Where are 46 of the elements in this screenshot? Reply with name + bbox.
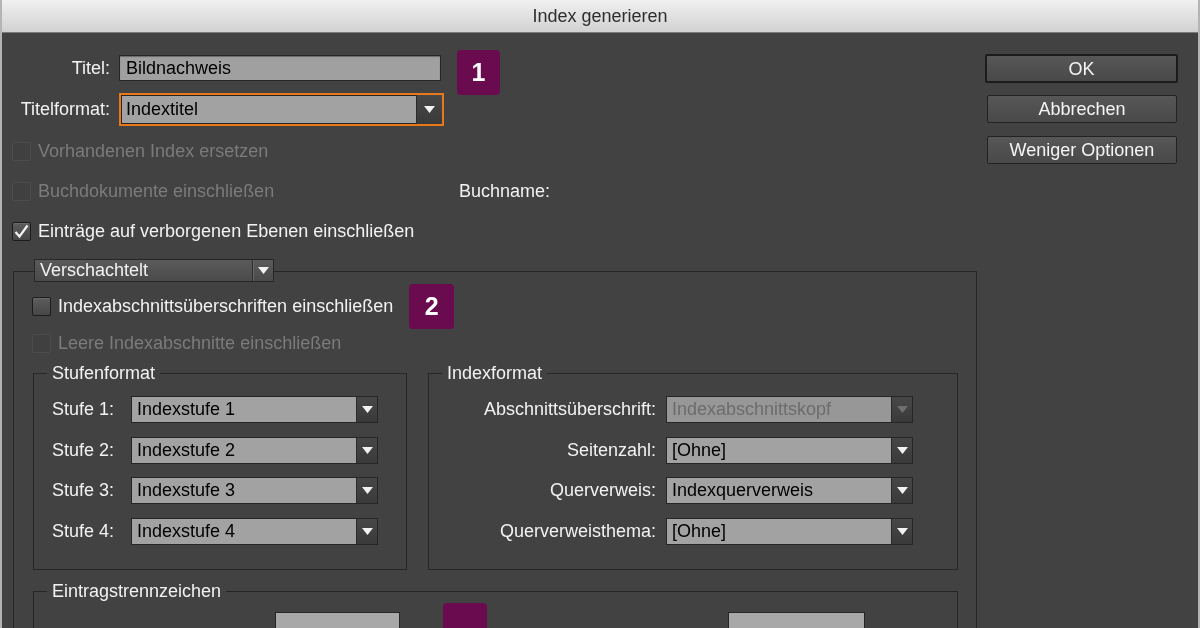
checkbox[interactable] — [32, 297, 51, 317]
check-icon — [14, 223, 29, 239]
caret-icon — [424, 106, 435, 113]
caret-icon — [361, 527, 373, 535]
caret-icon — [896, 527, 908, 535]
checkbox-label: Vorhandenen Index ersetzen — [38, 140, 269, 162]
style-dropdown[interactable]: [Ohne] — [666, 436, 913, 464]
field-label: Abschnittsüberschrift: — [482, 399, 656, 420]
field-label: Titelformat: — [19, 99, 110, 120]
title-input[interactable]: Bildnachweis — [119, 55, 441, 81]
window-title: Index generieren — [532, 5, 668, 27]
caret-icon — [361, 406, 373, 414]
checkbox-label: Leere Indexabschnitte einschließen — [58, 332, 342, 354]
field-label: Buchname: — [459, 180, 551, 202]
caret-icon — [896, 446, 908, 454]
style-dropdown[interactable]: Indexstufe 4 — [131, 517, 378, 545]
checkbox-label: Buchdokumente einschließen — [38, 180, 275, 202]
style-dropdown[interactable]: Indexstufe 2 — [131, 436, 378, 464]
field-label: Stufe 4: — [52, 520, 116, 542]
field-label: Stufe 1: — [52, 399, 116, 420]
caret-icon — [896, 487, 908, 495]
style-dropdown[interactable]: Indexstufe 3 — [131, 477, 378, 505]
caret-icon — [361, 446, 373, 454]
caret-icon — [896, 406, 908, 414]
field-label: Querverweis: — [548, 480, 656, 501]
title-format-dropdown[interactable]: Indextitel — [119, 93, 444, 126]
style-dropdown[interactable]: Indexstufe 1 — [131, 396, 378, 424]
field-label: Titel: — [70, 57, 110, 79]
checkbox-label: Einträge auf verborgenen Ebenen einschließen — [38, 220, 415, 242]
caret-icon — [361, 487, 373, 495]
number-badge: 2 — [409, 283, 455, 329]
style-dropdown[interactable]: Indexquerverweis — [666, 477, 913, 505]
group-title: Eintragstrennzeichen — [47, 581, 227, 602]
checkbox-label: Indexabschnittsüberschriften einschließen — [58, 296, 394, 318]
dialog-button[interactable]: Weniger Optionen — [987, 136, 1177, 164]
style-dropdown[interactable]: [Ohne] — [666, 517, 913, 545]
field-label: Seitenzahl: — [565, 439, 656, 461]
dialog-button[interactable]: OK — [985, 54, 1178, 83]
checkbox[interactable] — [12, 221, 31, 241]
field-label: Stufe 2: — [52, 439, 116, 461]
field-label: Stufe 3: — [52, 480, 116, 501]
caret-icon — [257, 266, 269, 274]
field-label: Querverweisthema: — [498, 520, 656, 542]
dialog-button[interactable]: Abbrechen — [987, 95, 1177, 123]
index-type-dropdown[interactable]: Verschachtelt — [34, 259, 274, 282]
number-badge: 1 — [457, 50, 500, 95]
